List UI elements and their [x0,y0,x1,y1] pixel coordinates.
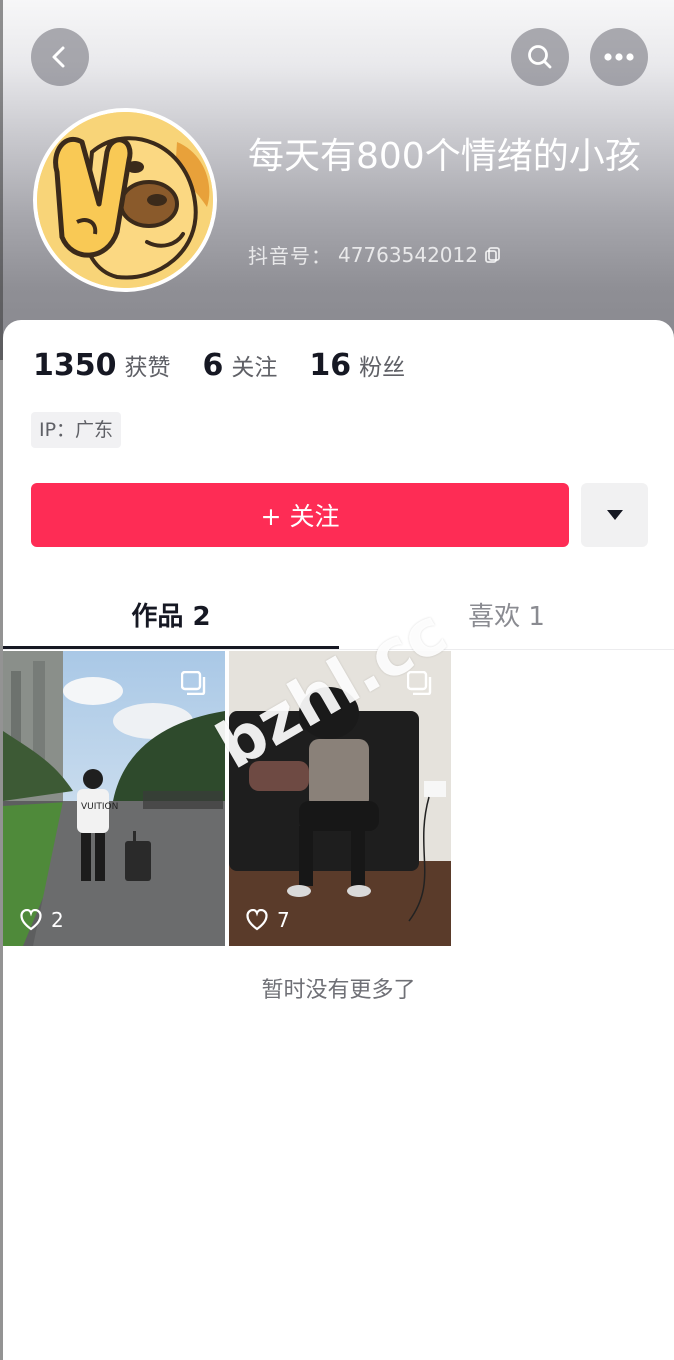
search-button[interactable] [511,28,569,86]
stat-followers-number: 16 [309,348,352,383]
douyin-id-label: 抖音号： [248,244,332,268]
post-like-count: 7 [245,908,290,932]
content-tabs: 作品 2 喜欢 1 [3,578,674,650]
douyin-id-row[interactable]: 抖音号： 47763542012 [248,240,502,269]
multi-image-icon [181,671,206,695]
stat-likes-number: 1350 [33,348,117,383]
stats-row: 1350 获赞 6 关注 16 粉丝 [33,348,437,383]
follow-button[interactable]: + 关注 [31,483,569,547]
post-like-number: 2 [51,908,64,932]
profile-sheet: 1350 获赞 6 关注 16 粉丝 IP：广东 + 关注 作品 2 喜欢 1 [3,320,674,1360]
shirt-print: VUITION [81,802,118,812]
recommend-dropdown-button[interactable] [581,483,648,547]
nickname: 每天有800个情绪的小孩 [248,136,641,177]
follow-button-label: + 关注 [260,502,340,531]
no-more-content-text: 暂时没有更多了 [261,978,416,1003]
chevron-down-icon [606,510,623,520]
stat-likes[interactable]: 1350 获赞 [33,348,171,383]
avatar-dog-image [37,112,213,288]
stat-followers[interactable]: 16 粉丝 [309,348,405,383]
back-icon [52,46,65,68]
more-icon [604,53,634,61]
stat-followers-label: 粉丝 [359,355,406,381]
tab-works[interactable]: 作品 2 [3,578,339,650]
heart-icon [246,909,268,931]
ip-location-tag: IP：广东 [31,412,122,448]
douyin-id-value: 47763542012 [338,242,478,267]
search-icon [528,45,552,69]
stat-following-label: 关注 [231,355,278,381]
post-thumbnail[interactable]: VUITION 2 [3,651,225,946]
stat-following-number: 6 [202,348,224,383]
avatar[interactable] [33,108,217,292]
post-like-number: 7 [277,908,290,932]
stat-following[interactable]: 6 关注 [203,348,278,383]
post-like-count: 2 [19,908,64,932]
post-1-photo: VUITION [3,651,225,946]
stat-likes-label: 获赞 [124,355,171,381]
copy-icon[interactable] [484,246,502,264]
back-button[interactable] [31,28,89,86]
heart-icon [20,909,42,931]
more-button[interactable] [590,28,648,86]
